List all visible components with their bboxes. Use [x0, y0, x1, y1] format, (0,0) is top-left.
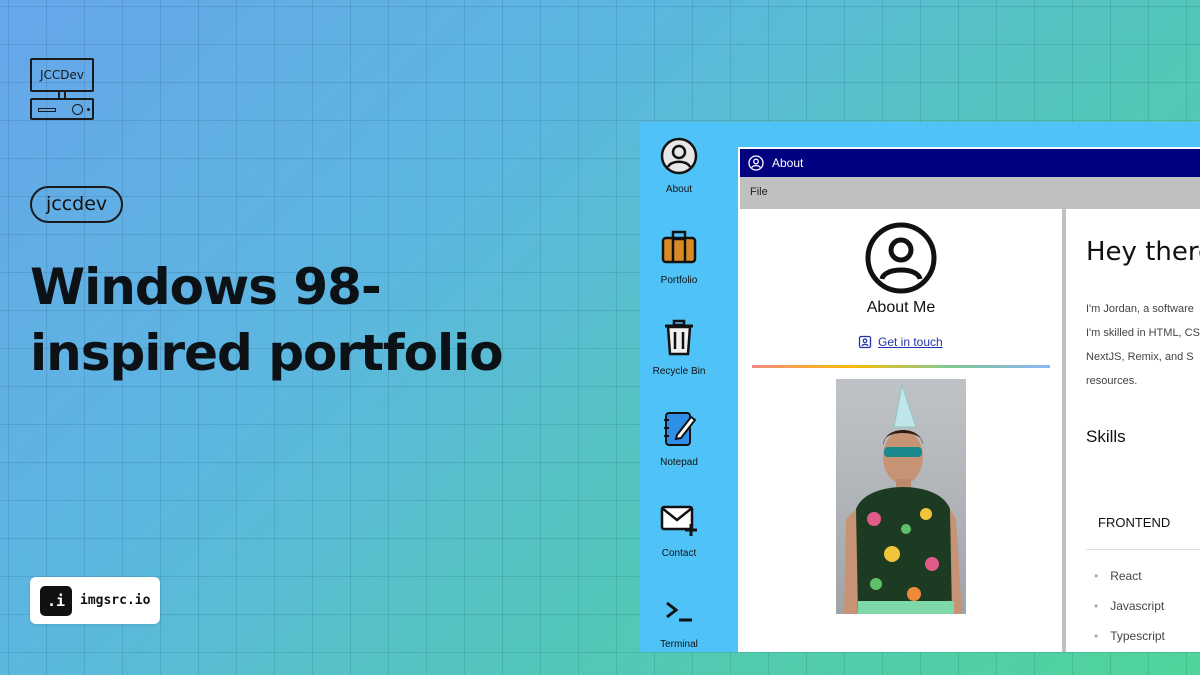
profile-photo-image [844, 383, 962, 614]
about-left-pane: About Me Get in touch [740, 209, 1062, 652]
imgsrc-logo-icon: .i [40, 585, 72, 616]
greeting-heading: Hey there [1086, 237, 1200, 267]
avatar-icon [865, 222, 937, 294]
imgsrc-badge: .i imgsrc.io [30, 577, 160, 624]
skill-list: React Javascript Typescript [1094, 561, 1165, 651]
trash-icon [665, 319, 693, 356]
logo-screen: JCCDev [30, 58, 94, 92]
desktop-icon-about[interactable]: About [640, 136, 718, 195]
desktop-icon-label: About [665, 184, 693, 195]
profile-photo [836, 379, 966, 614]
menu-file[interactable]: File [750, 186, 768, 198]
frontend-category: FRONTEND [1098, 515, 1171, 530]
get-in-touch-label: Get in touch [878, 335, 943, 349]
user-circle-icon [660, 137, 698, 175]
intro-text: I'm Jordan, a software I'm skilled in HT… [1086, 303, 1200, 387]
list-item: Javascript [1094, 591, 1165, 621]
contact-card-icon [858, 335, 872, 349]
desktop-icon-label: Notepad [660, 457, 698, 468]
desktop-preview: About Portfolio Recycle Bin Notepad Cont… [640, 122, 1200, 652]
desktop-icon-notepad[interactable]: Notepad [640, 409, 718, 468]
desktop-icon-label: Contact [661, 548, 697, 559]
terminal-icon [666, 601, 692, 622]
briefcase-icon [661, 230, 697, 264]
badge-text: imgsrc.io [80, 593, 151, 608]
page-title: Windows 98- inspired portfolio [30, 254, 590, 386]
skills-heading: Skills [1086, 427, 1126, 446]
category-divider [1086, 549, 1200, 550]
desktop-icon-recycle-bin[interactable]: Recycle Bin [640, 318, 718, 377]
desktop-icon-contact[interactable]: Contact [640, 500, 718, 559]
user-circle-icon [748, 155, 764, 171]
menu-bar: File [740, 177, 1200, 207]
get-in-touch-link[interactable]: Get in touch [858, 335, 943, 349]
mail-icon [660, 505, 697, 536]
desktop-icon-label: Portfolio [660, 275, 698, 286]
tag-pill: jccdev [30, 186, 124, 223]
title-line-1: Windows 98- [30, 258, 382, 316]
window-title: About [772, 156, 804, 170]
list-item: Typescript [1094, 621, 1165, 651]
jccdev-logo: JCCDev [30, 58, 96, 122]
about-me-heading: About Me [866, 299, 936, 316]
about-window: About File About Me Get in touch Hey the… [738, 147, 1200, 652]
desktop-icon-terminal[interactable]: Terminal [640, 591, 718, 650]
list-item: React [1094, 561, 1165, 591]
about-right-pane: Hey there I'm Jordan, a software I'm ski… [1066, 209, 1200, 652]
desktop-icon-label: Recycle Bin [652, 366, 706, 377]
title-line-2: inspired portfolio [30, 324, 504, 382]
desktop-icon-portfolio[interactable]: Portfolio [640, 227, 718, 286]
notepad-icon [664, 412, 697, 446]
desktop-icon-label: Terminal [660, 639, 698, 650]
rainbow-divider [752, 365, 1050, 368]
window-titlebar[interactable]: About [740, 149, 1200, 177]
